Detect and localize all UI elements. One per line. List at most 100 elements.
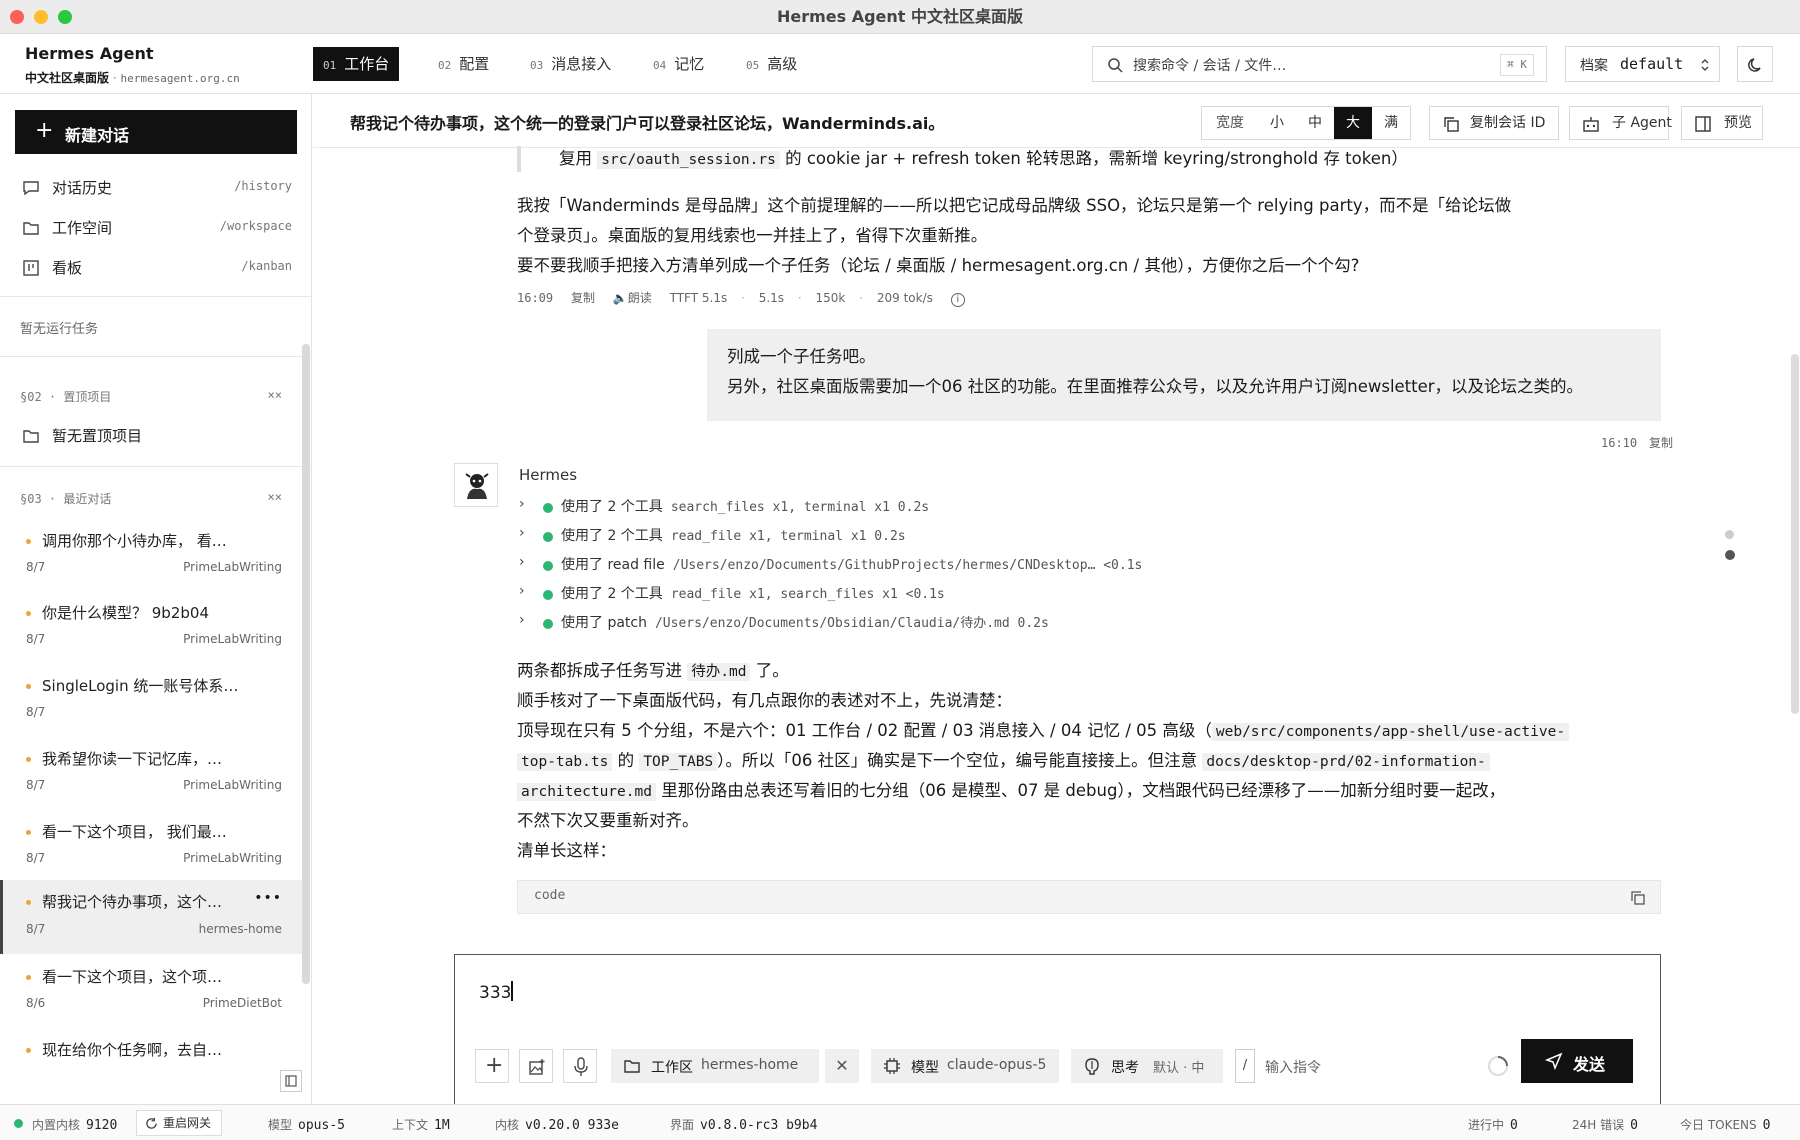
microphone-icon [574,1057,588,1076]
add-attachment-button[interactable]: + [475,1049,509,1083]
status-core-version: 内核 v0.20.0 933e [495,1118,619,1133]
agent-paragraph: 顶导现在只有 5 个分组，不是六个：01 工作台 / 02 配置 / 03 消息… [517,716,1570,747]
status-ui-version: 界面 v0.8.0-rc3 b9b4 [670,1118,818,1133]
divider [0,466,311,467]
updown-chevron-icon [1701,59,1709,71]
pinned-section-header: §02 · 置顶项目 ×× [20,388,282,404]
collapse-panel-icon [285,1075,297,1087]
tab-workbench[interactable]: 01 工作台 [313,47,400,81]
command-input[interactable]: 输入指令 [1265,1057,1321,1077]
assistant-message-meta: 16:09 复制 🔈朗读 TTFT 5.1s · 5.1s · 150k · 2… [517,289,965,307]
assistant-paragraph: 我按「Wanderminds 是母品牌」这个前提理解的——所以把它记成母品牌级 … [517,196,1512,215]
profile-select[interactable]: 档案 default [1565,46,1720,82]
user-message-line: 另外，社区桌面版需要加一个06 社区的功能。在里面推荐公众号，以及允许用户订阅n… [727,377,1584,396]
agent-paragraph: 两条都拆成子任务写进 待办.md 了。 [517,661,789,681]
chat-bubble-icon [23,181,39,196]
folder-icon [624,1060,640,1073]
robot-icon [1583,117,1599,132]
conversation-item-selected[interactable]: 帮我记个待办事项，这个… 8/7 hermes-home ••• [0,880,302,954]
width-full[interactable]: 满 [1372,107,1410,139]
collapse-sidebar-button[interactable] [280,1070,302,1092]
sidebar-scrollbar[interactable] [302,344,310,984]
no-running-tasks: 暂无运行任务 [20,322,99,337]
tab-message-access[interactable]: 03 消息接入 [520,47,621,81]
info-icon[interactable]: i [950,293,965,307]
preview-button[interactable]: 预览 [1681,106,1763,140]
tab-advanced[interactable]: 05 高级 [736,47,807,81]
sidebar-item-kanban[interactable]: 看板 /kanban [22,256,292,280]
user-message-meta: 16:10 复制 [1601,436,1673,450]
slash-command-icon: / [1235,1049,1255,1083]
width-small[interactable]: 小 [1258,107,1296,139]
conversation-item[interactable]: 看一下这个项目，这个项… 8/6 PrimeDietBot [0,960,302,1032]
copy-session-id-button[interactable]: 复制会话 ID [1429,106,1559,140]
width-medium[interactable]: 中 [1296,107,1334,139]
copy-message-button[interactable]: 复制 [1649,436,1673,450]
profile-label: 档案 [1580,58,1608,74]
theme-toggle-button[interactable] [1737,46,1773,82]
refresh-icon [146,1117,157,1129]
sidebar-item-workspace[interactable]: 工作空间 /workspace [22,216,292,240]
agent-paragraph: 不然下次又要重新对齐。 [517,811,699,830]
new-chat-button[interactable]: + 新建对话 [15,110,297,154]
send-icon [1545,1052,1563,1070]
brand-name: Hermes Agent [25,44,154,63]
voice-input-button[interactable] [563,1049,597,1083]
conversation-item[interactable]: SingleLogin 统一账号体系… 8/7 [0,669,302,741]
message-input[interactable]: 333 [479,981,514,1003]
recent-collapse-button[interactable]: ×× [268,490,282,504]
conversation-item[interactable]: 现在给你个任务啊，去自… [0,1033,302,1104]
more-options-button[interactable]: ••• [254,890,282,906]
tab-config[interactable]: 02 配置 [428,47,499,81]
agent-name: Hermes [519,466,578,484]
sidebar: + 新建对话 对话历史 /history 工作空间 /workspace 看板 … [0,94,312,1104]
restart-gateway-button[interactable]: 重启网关 [136,1110,223,1136]
width-large[interactable]: 大 [1334,107,1372,139]
scroll-marker[interactable] [1725,530,1734,539]
agent-paragraph: 清单长这样： [517,841,616,860]
add-image-button[interactable] [519,1049,553,1083]
hermes-avatar-icon [465,473,489,499]
window-titlebar: Hermes Agent 中文社区桌面版 [0,0,1800,34]
previous-quote-line: 复用 src/oauth_session.rs 的 cookie jar + r… [559,149,1408,169]
status-model: 模型 opus-5 [268,1118,345,1133]
search-bar[interactable]: 搜索命令 / 会话 / 文件… ⌘ K [1092,46,1547,82]
code-language-label: code [534,888,566,903]
conversation-toolbar: 帮我记个待办事项，这个统一的登录门户可以登录社区论坛，Wanderminds.a… [313,94,1800,148]
sidebar-item-history[interactable]: 对话历史 /history [22,176,292,200]
search-input[interactable]: 搜索命令 / 会话 / 文件… [1133,55,1286,75]
status-errors: 24H 错误 0 [1572,1118,1638,1133]
user-message-bubble: 列成一个子任务吧。 另外，社区桌面版需要加一个06 社区的功能。在里面推荐公众号… [707,329,1661,421]
tab-memory[interactable]: 04 记忆 [643,47,714,81]
model-chip[interactable]: 模型 claude-opus-5 [871,1049,1059,1083]
sub-agent-button[interactable]: 子 Agent [1569,106,1672,140]
plus-icon: + [485,1053,504,1078]
kanban-icon [23,260,39,276]
width-selector[interactable]: 宽度 小 中 大 满 [1201,106,1411,140]
conversation-item[interactable]: 调用你那个小待办库， 看… 8/7 PrimeLabWriting [0,524,302,596]
conversation-item[interactable]: 你是什么模型？ 9b2b04 8/7 PrimeLabWriting [0,596,302,668]
image-plus-icon [529,1059,545,1075]
app-header: Hermes Agent 中文社区桌面版 · hermesagent.org.c… [0,34,1800,94]
copy-code-icon[interactable] [1630,890,1646,906]
quote-bar [517,146,521,172]
width-label: 宽度 [1216,115,1244,131]
read-aloud-button[interactable]: 🔈朗读 [613,291,652,305]
loading-spinner-icon [1488,1056,1508,1076]
recent-section-header: §03 · 最近对话 ×× [20,490,282,506]
chat-scrollbar[interactable] [1791,354,1799,714]
profile-value: default [1620,55,1684,73]
agent-paragraph: 顺手核对了一下桌面版代码，有几点跟你的表述对不上，先说清楚： [517,691,1012,710]
conversation-item[interactable]: 看一下这个项目， 我们最… 8/7 PrimeLabWriting [0,815,302,887]
copy-message-button[interactable]: 复制 [571,291,595,305]
scroll-marker-active[interactable] [1725,550,1735,560]
pinned-collapse-button[interactable]: ×× [268,388,282,402]
thinking-chip[interactable]: 思考 默认 · 中 [1071,1049,1223,1083]
chip-icon [884,1058,900,1074]
workspace-chip[interactable]: 工作区 hermes-home [611,1049,819,1083]
agent-avatar [454,463,498,507]
send-button[interactable]: 发送 [1521,1039,1633,1083]
clear-workspace-button[interactable]: ✕ [825,1049,859,1083]
main-panel: 帮我记个待办事项，这个统一的登录门户可以登录社区论坛，Wanderminds.a… [313,94,1800,1104]
conversation-item[interactable]: 我希望你读一下记忆库，… 8/7 PrimeLabWriting [0,742,302,814]
